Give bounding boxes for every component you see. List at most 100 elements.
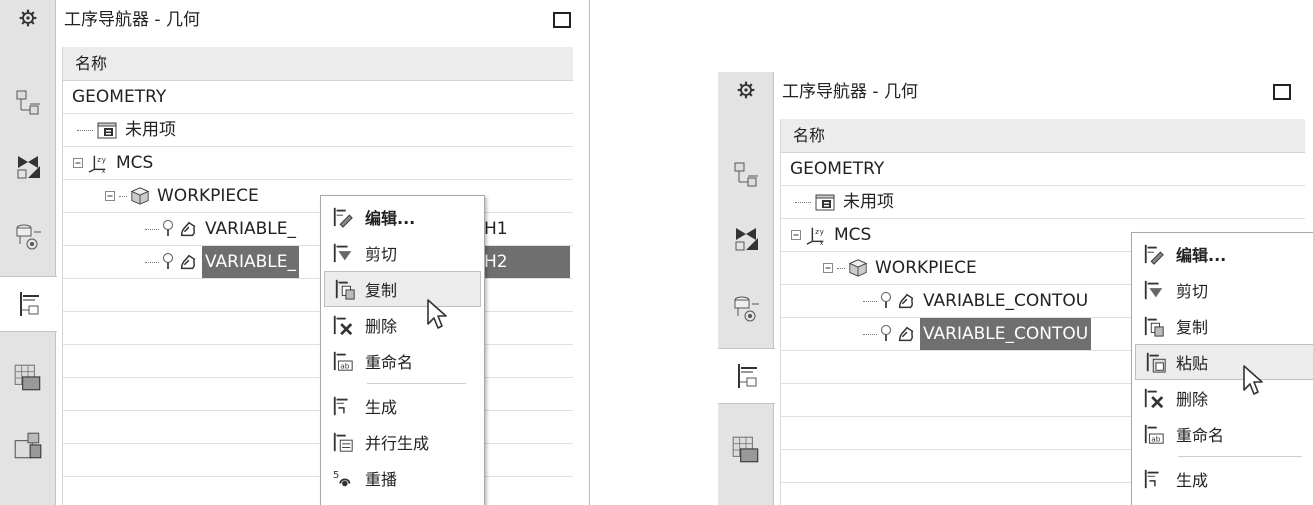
tool-library-icon[interactable] xyxy=(0,418,56,474)
resource-bar xyxy=(0,0,57,505)
paste-icon xyxy=(1136,351,1176,373)
menu-separator xyxy=(1178,456,1302,457)
menu-separator xyxy=(367,383,466,384)
menu-item-rename[interactable]: 重命名 xyxy=(321,343,484,379)
tree-label: GEOMETRY xyxy=(72,87,167,107)
context-menu-left: 编辑... 剪切 复制 删除 重命名 生成 并行生成 重播 xyxy=(320,195,485,505)
geometry-view-icon[interactable] xyxy=(718,348,775,404)
maximize-icon[interactable] xyxy=(553,12,571,28)
empty-row xyxy=(63,312,573,345)
collapse-icon[interactable] xyxy=(73,158,83,168)
copy-icon xyxy=(1132,315,1176,337)
edit-icon xyxy=(1132,243,1176,265)
status-icon xyxy=(880,291,892,311)
generate-icon xyxy=(321,395,365,417)
contour-operation-icon xyxy=(896,291,916,311)
resource-bar xyxy=(718,72,775,505)
empty-row xyxy=(63,378,573,411)
replay-icon xyxy=(321,467,365,489)
menu-item-copy[interactable]: 复制 xyxy=(1132,308,1313,344)
geometry-view-icon[interactable] xyxy=(0,276,57,332)
mouse-cursor-icon xyxy=(426,298,448,330)
parallel-generate-icon xyxy=(321,431,365,453)
navigator-title: 工序导航器 - 几何 xyxy=(64,10,200,30)
tree-label: WORKPIECE xyxy=(875,258,977,278)
machining-method-view-icon[interactable] xyxy=(0,208,56,264)
tree-label: 未用项 xyxy=(843,192,894,212)
menu-item-edit[interactable]: 编辑... xyxy=(1132,236,1313,272)
machine-tool-view-icon[interactable] xyxy=(718,210,774,266)
program-order-view-icon[interactable] xyxy=(0,74,56,130)
part-library-icon[interactable] xyxy=(718,422,774,478)
machine-tool-view-icon[interactable] xyxy=(0,138,56,194)
tree-label: WORKPIECE xyxy=(157,186,259,206)
menu-item-paste[interactable]: 粘贴 xyxy=(1135,344,1313,380)
tree-row-unused[interactable]: 未用项 xyxy=(63,114,573,147)
menu-item-parallel-generate[interactable]: 并行生成 xyxy=(321,424,484,460)
tree-label: VARIABLE_CONTOU xyxy=(920,318,1092,350)
part-library-icon[interactable] xyxy=(0,350,56,406)
menu-item-delete[interactable]: 删除 xyxy=(1132,380,1313,416)
menu-item-rename[interactable]: 重命名 xyxy=(1132,416,1313,452)
context-menu-right: 编辑... 剪切 复制 粘贴 删除 重命名 生成 xyxy=(1131,232,1313,505)
menu-item-edit[interactable]: 编辑... xyxy=(321,199,484,235)
tree-label: VARIABLE_ xyxy=(202,246,300,278)
menu-item-copy[interactable]: 复制 xyxy=(324,271,481,307)
status-icon xyxy=(162,252,174,272)
tree-row-workpiece[interactable]: WORKPIECE xyxy=(63,180,573,213)
tree-label: 未用项 xyxy=(125,120,176,140)
empty-row xyxy=(63,279,573,312)
program-order-view-icon[interactable] xyxy=(718,146,774,202)
menu-item-generate[interactable]: 生成 xyxy=(321,388,484,424)
copy-icon xyxy=(325,278,365,300)
settings-gear-icon[interactable] xyxy=(718,72,774,108)
tree-row-geometry[interactable]: GEOMETRY xyxy=(781,153,1305,186)
rename-icon xyxy=(1132,423,1176,445)
menu-item-cut[interactable]: 剪切 xyxy=(1132,272,1313,308)
tree-row-operation-2[interactable]: VARIABLE_ H2 xyxy=(63,246,573,279)
delete-icon xyxy=(1132,387,1176,409)
tree-row-unused[interactable]: 未用项 xyxy=(781,186,1305,219)
status-icon xyxy=(162,219,174,239)
menu-item-replay[interactable]: 重播 xyxy=(321,460,484,496)
operation-navigator-left: 工序导航器 - 几何 名称 GEOMETRY 未用项 MCS WORKPIECE… xyxy=(0,0,590,505)
maximize-icon[interactable] xyxy=(1273,84,1291,100)
column-header-name[interactable]: 名称 xyxy=(781,119,1305,153)
empty-row xyxy=(63,411,573,444)
menu-item-generate[interactable]: 生成 xyxy=(1132,461,1313,497)
operation-navigator-right: 工序导航器 - 几何 名称 GEOMETRY 未用项 MCS WORKPIECE… xyxy=(718,72,1313,505)
contour-operation-icon xyxy=(178,219,198,239)
machining-method-view-icon[interactable] xyxy=(718,280,774,336)
empty-row xyxy=(63,444,573,477)
menu-item-delete[interactable]: 删除 xyxy=(321,307,484,343)
delete-icon xyxy=(321,314,365,336)
tree-grid: 名称 GEOMETRY 未用项 MCS WORKPIECE VARIABLE_ … xyxy=(62,47,573,505)
tree-row-operation-1[interactable]: VARIABLE_ H1 xyxy=(63,213,573,246)
navigator-title: 工序导航器 - 几何 xyxy=(782,82,918,102)
tree-row-geometry[interactable]: GEOMETRY xyxy=(63,81,573,114)
contour-operation-icon xyxy=(178,252,198,272)
column-header-name[interactable]: 名称 xyxy=(63,47,573,81)
tree-label: MCS xyxy=(116,153,154,173)
collapse-icon[interactable] xyxy=(791,230,801,240)
menu-item-cut[interactable]: 剪切 xyxy=(321,235,484,271)
contour-operation-icon xyxy=(896,324,916,344)
empty-row xyxy=(63,477,573,505)
rename-icon xyxy=(321,350,365,372)
collapse-icon[interactable] xyxy=(105,191,115,201)
tree-label: GEOMETRY xyxy=(790,159,885,179)
tree-label: MCS xyxy=(834,225,872,245)
settings-gear-icon[interactable] xyxy=(0,0,56,36)
mouse-cursor-icon xyxy=(1242,364,1264,396)
mcs-icon xyxy=(805,225,827,245)
tree-label: VARIABLE_CONTOU xyxy=(923,291,1089,311)
cut-icon xyxy=(1132,279,1176,301)
unused-folder-icon xyxy=(96,120,118,140)
cut-icon xyxy=(321,242,365,264)
edit-icon xyxy=(321,206,365,228)
unused-folder-icon xyxy=(814,192,836,212)
tree-row-mcs[interactable]: MCS xyxy=(63,147,573,180)
mcs-icon xyxy=(87,153,109,173)
collapse-icon[interactable] xyxy=(823,263,833,273)
tree-label: VARIABLE_ xyxy=(205,219,297,239)
